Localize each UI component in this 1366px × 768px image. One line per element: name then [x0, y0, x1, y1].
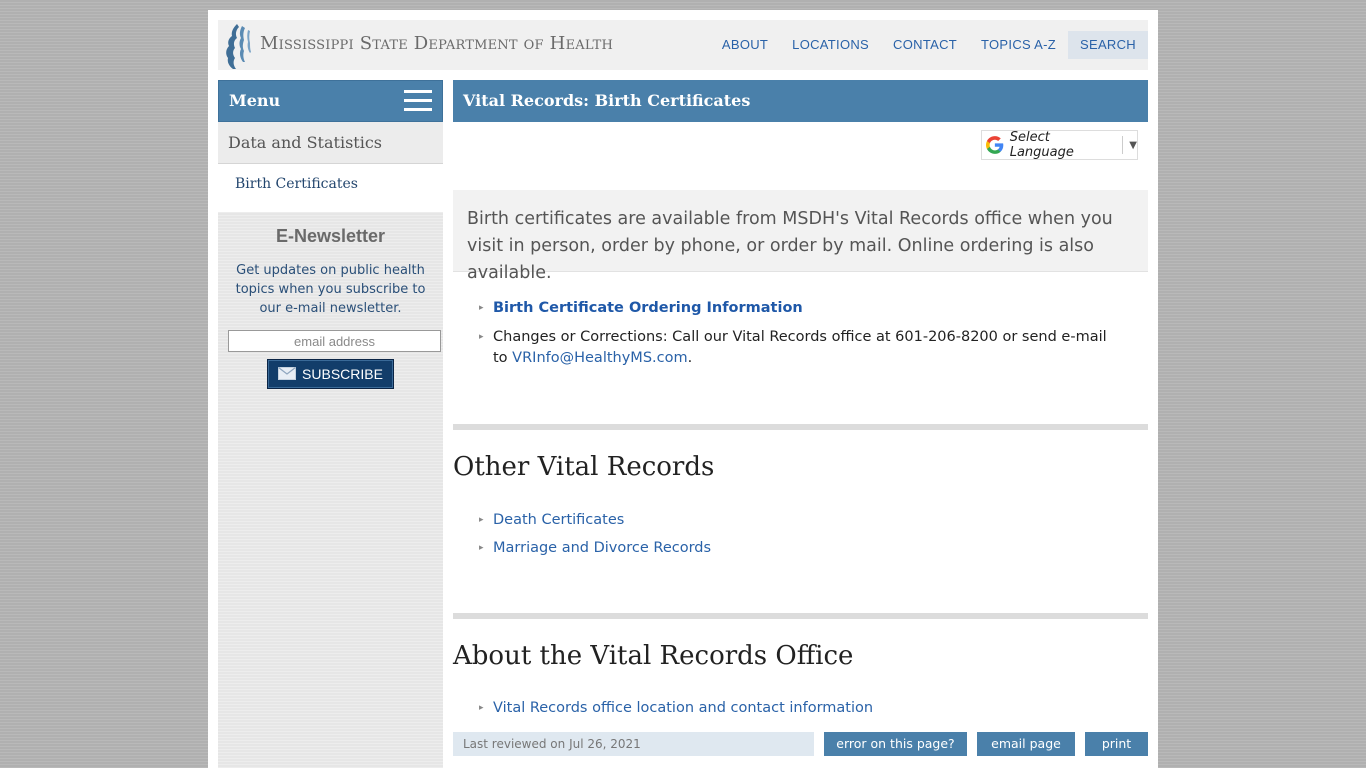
vrinfo-email-link[interactable]: VRInfo@HealthyMS.com [512, 350, 687, 366]
menu-bar: Menu [218, 80, 443, 122]
language-selector[interactable]: Select Language ▼ [981, 130, 1138, 160]
death-certificates-link[interactable]: Death Certificates [493, 512, 624, 528]
language-selector-divider [1122, 136, 1124, 154]
triangle-bullet-icon: ▸ [479, 703, 484, 713]
section-divider [453, 613, 1148, 619]
sidebar-section-data-and-statistics[interactable]: Data and Statistics [218, 122, 443, 164]
sidebar-item-birth-certificates[interactable]: Birth Certificates [218, 164, 443, 212]
list-item: ▸ Birth Certificate Ordering Information [479, 298, 1119, 319]
nav-locations[interactable]: LOCATIONS [780, 31, 881, 59]
office-location-link[interactable]: Vital Records office location and contac… [493, 700, 873, 716]
triangle-bullet-icon: ▸ [479, 515, 484, 525]
sidebar: Menu Data and Statistics Birth Certifica… [218, 80, 443, 768]
nav-topics-a-z[interactable]: TOPICS A-Z [969, 31, 1068, 59]
intro-text: Birth certificates are available from MS… [453, 190, 1148, 283]
dropdown-arrow-icon: ▼ [1129, 139, 1137, 151]
list-item: ▸ Marriage and Divorce Records [479, 538, 711, 559]
ordering-info-link[interactable]: Birth Certificate Ordering Information [493, 300, 803, 316]
nav-about[interactable]: ABOUT [710, 31, 780, 59]
triangle-bullet-icon: ▸ [479, 543, 484, 553]
google-icon [986, 136, 1004, 154]
newsletter-title: E-Newsletter [275, 226, 386, 246]
other-records-links: ▸ Death Certificates ▸ Marriage and Divo… [479, 510, 711, 559]
about-office-links: ▸ Vital Records office location and cont… [479, 698, 873, 719]
triangle-bullet-icon: ▸ [479, 303, 484, 313]
newsletter-description: Get updates on public health topics when… [235, 263, 426, 316]
marriage-divorce-link[interactable]: Marriage and Divorce Records [493, 540, 711, 556]
nav-contact[interactable]: CONTACT [881, 31, 969, 59]
menu-label: Menu [229, 91, 281, 110]
top-navigation: ABOUT LOCATIONS CONTACT TOPICS A-Z SEARC… [710, 20, 1148, 70]
page-title-bar: Vital Records: Birth Certificates [453, 80, 1148, 122]
email-page-button[interactable]: email page [977, 732, 1075, 756]
main-content: Vital Records: Birth Certificates Select… [453, 80, 1148, 768]
envelope-icon [278, 367, 297, 381]
page-title: Vital Records: Birth Certificates [463, 91, 751, 110]
nav-search[interactable]: SEARCH [1068, 31, 1148, 59]
msdh-logo-icon[interactable] [223, 22, 253, 70]
page: Mississippi State Department of Health A… [208, 10, 1158, 768]
about-office-heading: About the Vital Records Office [453, 641, 854, 671]
language-selector-label: Select Language [1009, 130, 1074, 160]
birth-certificate-links: ▸ Birth Certificate Ordering Information… [479, 298, 1119, 369]
changes-period: . [687, 350, 693, 366]
page-footer-bar: Last reviewed on Jul 26, 2021 error on t… [453, 732, 1148, 756]
newsletter-email-input[interactable] [228, 330, 441, 352]
list-item: ▸ Death Certificates [479, 510, 711, 531]
hamburger-icon[interactable] [404, 90, 432, 114]
last-reviewed: Last reviewed on Jul 26, 2021 [453, 732, 814, 756]
triangle-bullet-icon: ▸ [479, 332, 484, 342]
site-header: Mississippi State Department of Health A… [218, 20, 1148, 70]
subscribe-label: SUBSCRIBE [302, 366, 383, 382]
subscribe-button[interactable]: SUBSCRIBE [267, 359, 394, 389]
section-divider [453, 424, 1148, 430]
list-item: ▸ Vital Records office location and cont… [479, 698, 873, 719]
error-report-button[interactable]: error on this page? [824, 732, 967, 756]
newsletter-panel: E-Newsletter Get updates on public healt… [218, 212, 443, 768]
other-vital-records-heading: Other Vital Records [453, 452, 715, 482]
site-title[interactable]: Mississippi State Department of Health [260, 33, 613, 54]
list-item: ▸ Changes or Corrections: Call our Vital… [479, 327, 1119, 369]
print-button[interactable]: print [1085, 732, 1148, 756]
